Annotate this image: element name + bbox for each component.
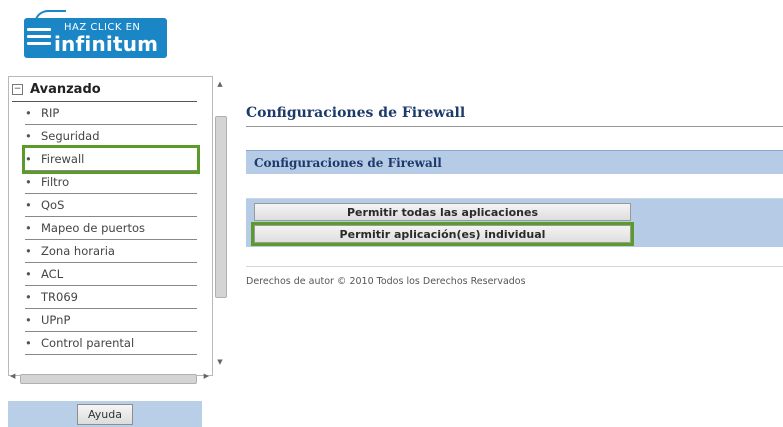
sidebar-item-label: Zona horaria <box>41 244 115 258</box>
sidebar-item-control-parental[interactable]: • Control parental <box>25 332 197 355</box>
footer-divider <box>246 266 783 267</box>
infinitum-logo[interactable]: HAZ CLICK EN infinitum <box>14 6 169 62</box>
panel-actions: Permitir todas las aplicaciones Permitir… <box>246 199 783 247</box>
bullet-icon: • <box>25 313 32 327</box>
allow-all-apps-button[interactable]: Permitir todas las aplicaciones <box>254 203 631 221</box>
sidebar-item-mapeo-de-puertos[interactable]: • Mapeo de puertos <box>25 217 197 240</box>
scrollbar-thumb[interactable] <box>20 374 197 384</box>
sidebar-item-label: Control parental <box>41 336 135 350</box>
sidebar-item-upnp[interactable]: • UPnP <box>25 309 197 332</box>
bullet-icon: • <box>25 267 32 281</box>
sidebar-item-firewall[interactable]: • Firewall <box>22 145 200 174</box>
sidebar-item-label: Firewall <box>41 152 85 166</box>
sidebar-item-label: Seguridad <box>41 129 100 143</box>
help-button[interactable]: Ayuda <box>77 403 133 425</box>
sidebar-item-rip[interactable]: • RIP <box>25 102 197 125</box>
panel-spacer <box>246 175 783 199</box>
bullet-icon: • <box>25 198 32 212</box>
bullet-icon: • <box>25 336 32 350</box>
bullet-icon: • <box>25 106 32 120</box>
sidebar-vertical-scrollbar[interactable]: ▲ ▼ <box>213 76 227 374</box>
collapse-icon[interactable]: − <box>12 83 23 95</box>
sidebar-item-label: TR069 <box>41 290 78 304</box>
sidebar-item-label: Mapeo de puertos <box>41 221 145 235</box>
sidebar-item-label: Filtro <box>41 175 70 189</box>
sidebar-item-tr069[interactable]: • TR069 <box>25 286 197 309</box>
logo-text-brand: infinitum <box>54 32 159 56</box>
copyright-text: Derechos de autor © 2010 Todos los Derec… <box>246 276 526 287</box>
bullet-icon: • <box>25 129 32 143</box>
bullet-icon: • <box>25 152 32 166</box>
sidebar-item-label: UPnP <box>41 313 71 327</box>
section-title: Avanzado <box>30 81 101 97</box>
sidebar-item-seguridad[interactable]: • Seguridad <box>25 125 197 148</box>
sidebar-item-acl[interactable]: • ACL <box>25 263 197 286</box>
section-avanzado[interactable]: − Avanzado <box>12 77 197 102</box>
help-bar: Ayuda <box>8 401 202 427</box>
scroll-down-arrow-icon[interactable]: ▼ <box>215 358 225 368</box>
sidebar-horizontal-scrollbar[interactable]: ◀ ▶ <box>8 372 211 384</box>
bullet-icon: • <box>25 290 32 304</box>
sidebar-item-qos[interactable]: • QoS <box>25 194 197 217</box>
bullet-icon: • <box>25 221 32 235</box>
scroll-right-arrow-icon[interactable]: ▶ <box>204 372 209 380</box>
scroll-up-arrow-icon[interactable]: ▲ <box>215 80 225 90</box>
sidebar-item-label: RIP <box>41 106 60 120</box>
sidebar-item-label: QoS <box>41 198 65 212</box>
logo-lines-icon <box>27 28 51 52</box>
sidebar-item-filtro[interactable]: • Filtro <box>25 171 197 194</box>
scrollbar-thumb[interactable] <box>215 116 227 298</box>
scroll-left-arrow-icon[interactable]: ◀ <box>10 372 15 380</box>
allow-individual-apps-button[interactable]: Permitir aplicación(es) individual <box>251 222 634 246</box>
panel-title: Configuraciones de Firewall <box>254 155 442 170</box>
panel-header: Configuraciones de Firewall <box>246 150 783 174</box>
sidebar-nav: − Avanzado • RIP • Seguridad • Firewall … <box>8 76 213 376</box>
bullet-icon: • <box>25 175 32 189</box>
sidebar-item-zona-horaria[interactable]: • Zona horaria <box>25 240 197 263</box>
sidebar-item-label: ACL <box>41 267 64 281</box>
title-divider <box>246 126 783 127</box>
sidebar-list: − Avanzado • RIP • Seguridad • Firewall … <box>9 77 200 355</box>
page-title: Configuraciones de Firewall <box>246 105 466 121</box>
bullet-icon: • <box>25 244 32 258</box>
